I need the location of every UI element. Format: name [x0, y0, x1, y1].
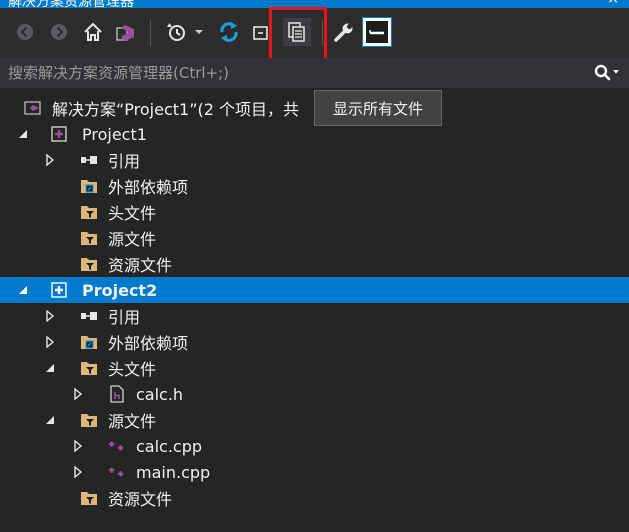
tree-item-resource-files[interactable]: 资源文件 — [0, 251, 629, 277]
source-files-label: 源文件 — [108, 230, 157, 249]
expanded-arrow-icon[interactable] — [44, 362, 56, 374]
search-icon — [594, 64, 619, 81]
filter-folder-open-icon — [80, 411, 98, 429]
toolbar-separator — [150, 20, 151, 46]
references-label: 引用 — [108, 308, 141, 327]
search-bar — [0, 58, 629, 88]
filter-folder-icon — [80, 255, 98, 273]
external-dependencies-label: 外部依赖项 — [108, 178, 189, 197]
tree-item-external-dependencies[interactable]: 外部依赖项 — [0, 329, 629, 355]
header-file-icon — [108, 385, 126, 403]
source-files-label: 源文件 — [108, 412, 157, 431]
collapsed-arrow-icon[interactable] — [44, 310, 56, 322]
project2-label: Project2 — [82, 280, 158, 300]
forward-icon — [51, 24, 67, 40]
header-files-label: 头文件 — [108, 360, 157, 379]
preview-selected-button[interactable] — [362, 17, 392, 47]
references-icon — [80, 151, 98, 169]
calc-h-label: calc.h — [136, 384, 184, 404]
window-title: 解决方案资源管理器 — [8, 0, 134, 8]
vs-switch-view-icon — [116, 25, 134, 41]
references-icon — [80, 307, 98, 325]
collapsed-arrow-icon[interactable] — [72, 466, 84, 478]
history-icon — [167, 23, 185, 41]
tooltip: 显示所有文件 — [314, 90, 442, 126]
expanded-arrow-icon[interactable] — [17, 284, 29, 296]
collapse-all-button[interactable] — [248, 19, 268, 45]
search-input[interactable] — [0, 58, 583, 88]
tree-item-calc-cpp[interactable]: calc.cpp — [0, 433, 629, 459]
forward-button[interactable] — [46, 19, 72, 45]
tree-item-project2[interactable]: Project2 — [0, 277, 629, 303]
expanded-arrow-icon[interactable] — [44, 414, 56, 426]
collapsed-arrow-icon[interactable] — [72, 388, 84, 400]
home-icon — [84, 22, 102, 41]
switch-view-button[interactable] — [113, 19, 139, 45]
solution-label: 解决方案“Project1”(2 个项目，共 — [52, 100, 300, 119]
solution-icon — [24, 99, 42, 117]
cpp-file-icon — [108, 463, 126, 481]
external-dependencies-label: 外部依赖项 — [108, 334, 189, 353]
resource-files-label: 资源文件 — [108, 490, 173, 509]
tree-item-references[interactable]: 引用 — [0, 303, 629, 329]
tree-item-resource-files[interactable]: 资源文件 — [0, 485, 629, 511]
tree-item-main-cpp[interactable]: main.cpp — [0, 459, 629, 485]
preview-selected-icon — [366, 21, 388, 43]
main-cpp-label: main.cpp — [136, 462, 211, 482]
search-button[interactable] — [585, 58, 629, 88]
collapse-all-icon — [253, 26, 268, 40]
collapsed-arrow-icon[interactable] — [72, 440, 84, 452]
back-icon — [17, 24, 33, 40]
sync-button[interactable] — [216, 19, 242, 45]
close-button[interactable]: × — [607, 0, 619, 7]
tree-item-source-files[interactable]: 源文件 — [0, 407, 629, 433]
tree-item-source-files[interactable]: 源文件 — [0, 225, 629, 251]
dropdown-arrow-icon — [195, 30, 203, 34]
project1-label: Project1 — [82, 124, 147, 144]
back-button[interactable] — [12, 19, 38, 45]
external-dependencies-folder-icon — [80, 177, 98, 195]
collapsed-arrow-icon[interactable] — [44, 336, 56, 348]
tree-item-external-dependencies[interactable]: 外部依赖项 — [0, 173, 629, 199]
filter-folder-open-icon — [80, 359, 98, 377]
filter-folder-icon — [80, 229, 98, 247]
external-dependencies-folder-icon — [80, 333, 98, 351]
expanded-arrow-icon[interactable] — [17, 128, 29, 140]
header-files-label: 头文件 — [108, 204, 157, 223]
tree-item-header-files[interactable]: 头文件 — [0, 199, 629, 225]
sync-icon — [220, 22, 238, 42]
cpp-project-icon — [50, 125, 68, 143]
filter-folder-icon — [80, 489, 98, 507]
references-label: 引用 — [108, 152, 141, 171]
home-button[interactable] — [80, 19, 106, 45]
cpp-project-icon — [50, 281, 68, 299]
calc-cpp-label: calc.cpp — [136, 436, 203, 456]
cpp-file-icon — [108, 437, 126, 455]
collapsed-arrow-icon[interactable] — [44, 154, 56, 166]
properties-wrench-icon — [334, 23, 353, 42]
tree-item-header-files[interactable]: 头文件 — [0, 355, 629, 381]
tree-item-references[interactable]: 引用 — [0, 147, 629, 173]
tree-item-calc-h[interactable]: calc.h — [0, 381, 629, 407]
properties-button[interactable] — [331, 19, 357, 45]
pending-changes-button[interactable] — [163, 19, 189, 45]
filter-folder-icon — [80, 203, 98, 221]
pending-changes-dropdown[interactable] — [192, 19, 206, 45]
resource-files-label: 资源文件 — [108, 256, 173, 275]
